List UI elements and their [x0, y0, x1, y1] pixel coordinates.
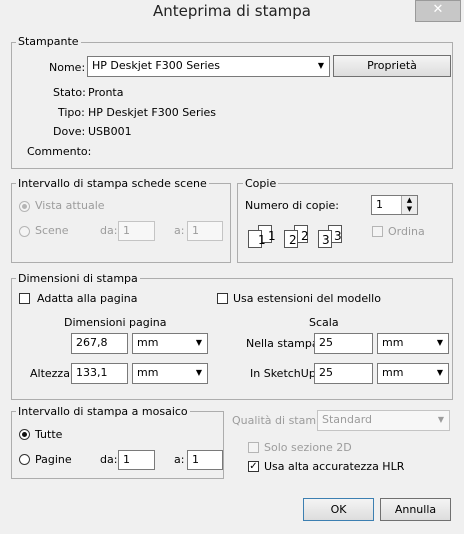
hlr-label: Usa alta accuratezza HLR	[264, 460, 405, 473]
quality-value: Standard	[322, 413, 373, 426]
printer-group-legend: Stampante	[16, 35, 81, 48]
properties-button[interactable]: Proprietà	[333, 55, 451, 77]
width-unit-value: mm	[137, 336, 159, 349]
scene-to-input[interactable]: 1	[187, 221, 223, 241]
in-sketchup-label: In SketchUp	[250, 367, 316, 380]
quality-select[interactable]: Standard ▼	[317, 410, 450, 431]
tile-from-input[interactable]: 1	[118, 450, 155, 470]
printer-name-label: Nome:	[49, 61, 86, 74]
height-unit-select[interactable]: mm ▼	[132, 363, 208, 384]
page-number: 1	[268, 229, 276, 243]
copies-count-value: 1	[376, 198, 383, 211]
fit-page-label: Adatta alla pagina	[37, 292, 138, 305]
copies-legend: Copie	[243, 177, 279, 190]
where-value: USB001	[88, 125, 132, 138]
chevron-down-icon: ▼	[195, 368, 203, 377]
all-pages-label: Tutte	[35, 428, 63, 441]
page-number: 2	[289, 233, 297, 247]
cancel-button[interactable]: Annulla	[380, 498, 451, 521]
section-2d-checkbox[interactable]	[248, 442, 259, 453]
height-input[interactable]: 133,1	[71, 363, 128, 384]
chevron-down-icon: ▼	[195, 338, 203, 347]
page-number: 2	[301, 229, 309, 243]
printer-name-value: HP Deskjet F300 Series	[92, 59, 221, 72]
tile-range-legend: Intervallo di stampa a mosaico	[16, 405, 190, 418]
comment-label: Commento:	[27, 145, 92, 158]
tile-from-label: da:	[100, 453, 118, 466]
window-title: Anteprima di stampa	[153, 2, 311, 20]
where-label: Dove:	[53, 125, 86, 138]
scale-heading: Scala	[309, 316, 339, 329]
check-icon: ✓	[249, 461, 258, 472]
in-sketchup-unit-select[interactable]: mm ▼	[377, 363, 449, 384]
status-value: Pronta	[88, 86, 124, 99]
in-sketchup-unit-value: mm	[382, 366, 404, 379]
scene-from-label: da:	[100, 224, 118, 237]
in-print-input[interactable]: 25	[314, 333, 373, 354]
type-label: Tipo:	[58, 106, 85, 119]
chevron-down-icon: ▼	[436, 368, 444, 377]
in-sketchup-input[interactable]: 25	[314, 363, 373, 384]
height-unit-value: mm	[137, 366, 159, 379]
current-view-label: Vista attuale	[35, 199, 105, 212]
type-value: HP Deskjet F300 Series	[88, 106, 217, 119]
page-size-heading: Dimensioni pagina	[64, 316, 167, 329]
chevron-down-icon: ▼	[436, 338, 444, 347]
model-extents-label: Usa estensioni del modello	[233, 292, 381, 305]
chevron-down-icon: ▼	[437, 415, 445, 424]
scene-range-legend: Intervallo di stampa schede scene	[16, 177, 209, 190]
chevron-down-icon: ▼	[317, 61, 325, 70]
collate-checkbox[interactable]	[372, 226, 383, 237]
status-label: Stato:	[53, 86, 86, 99]
fit-page-checkbox[interactable]	[19, 293, 30, 304]
model-extents-checkbox[interactable]	[217, 293, 228, 304]
pages-label: Pagine	[35, 453, 72, 466]
height-label: Altezza	[30, 367, 70, 380]
page-number: 1	[258, 233, 266, 247]
all-pages-radio[interactable]	[19, 429, 30, 440]
copies-count-stepper[interactable]: 1 ▲ ▼	[371, 195, 418, 215]
pages-radio[interactable]	[19, 454, 30, 465]
copies-count-label: Numero di copie:	[245, 199, 340, 212]
in-print-label: Nella stampa	[246, 337, 319, 350]
collate-label: Ordina	[388, 225, 425, 238]
scene-from-input[interactable]: 1	[118, 221, 155, 241]
page-number: 3	[334, 229, 342, 243]
width-unit-select[interactable]: mm ▼	[132, 333, 208, 354]
scenes-label: Scene	[35, 224, 69, 237]
printer-name-select[interactable]: HP Deskjet F300 Series ▼	[87, 56, 330, 77]
tile-to-label: a:	[174, 453, 185, 466]
tile-to-input[interactable]: 1	[187, 450, 223, 470]
spin-up-icon[interactable]: ▲	[401, 196, 417, 205]
quality-label: Qualità di stampa	[232, 414, 330, 427]
close-button[interactable]: ✕	[415, 0, 461, 22]
page-number: 3	[322, 233, 330, 247]
scene-to-label: a:	[174, 224, 185, 237]
scenes-radio[interactable]	[19, 226, 30, 237]
current-view-radio[interactable]	[19, 201, 30, 212]
in-print-unit-value: mm	[382, 336, 404, 349]
hlr-checkbox[interactable]: ✓	[248, 461, 259, 472]
ok-button[interactable]: OK	[303, 498, 374, 521]
width-input[interactable]: 267,8	[71, 333, 128, 354]
spin-down-icon[interactable]: ▼	[401, 205, 417, 214]
close-icon: ✕	[432, 2, 444, 17]
section-2d-label: Solo sezione 2D	[264, 441, 352, 454]
collate-illustration: 1 1 2 2 3 3	[248, 225, 348, 255]
print-size-legend: Dimensioni di stampa	[16, 272, 140, 285]
in-print-unit-select[interactable]: mm ▼	[377, 333, 449, 354]
